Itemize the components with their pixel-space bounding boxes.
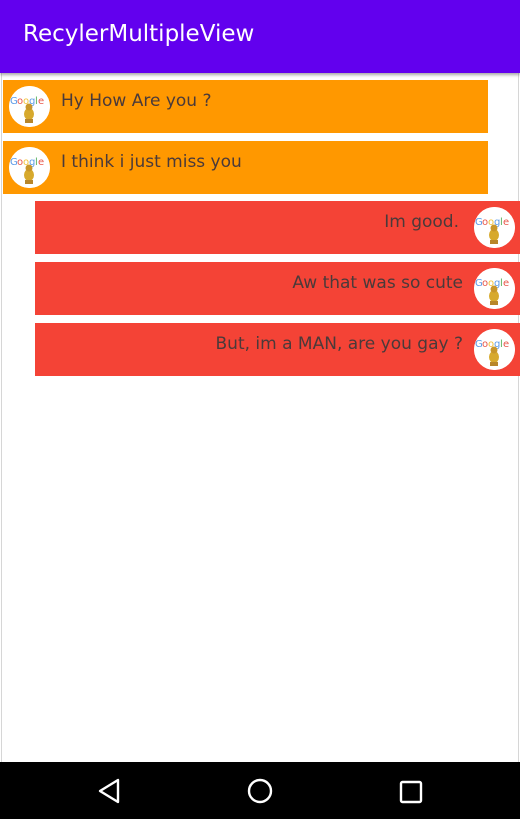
message-text: But, im a MAN, are you gay ? — [215, 334, 463, 354]
svg-text:e: e — [38, 157, 44, 168]
message-text: Aw that was so cute — [292, 273, 463, 293]
svg-text:e: e — [503, 278, 509, 289]
svg-text:e: e — [503, 339, 509, 350]
google-doodle-avatar-icon: G o o g l e — [474, 329, 515, 370]
svg-text:e: e — [38, 96, 44, 107]
message-item-sent[interactable]: Aw that was so cute G o o g l e — [35, 262, 520, 315]
google-doodle-avatar-icon: G o o g l e — [9, 86, 50, 127]
message-list[interactable]: G o o g l e Hy How Are you ? G o o g l e — [1, 73, 520, 762]
google-doodle-avatar-icon: G o o g l e — [9, 147, 50, 188]
app-title: RecylerMultipleView — [23, 21, 255, 47]
recents-icon[interactable] — [395, 775, 427, 807]
google-doodle-avatar-icon: G o o g l e — [474, 207, 515, 248]
svg-text:e: e — [503, 217, 509, 228]
system-nav-bar — [0, 762, 520, 819]
message-item-received[interactable]: G o o g l e Hy How Are you ? — [3, 80, 488, 133]
google-doodle-avatar-icon: G o o g l e — [474, 268, 515, 309]
back-icon[interactable] — [94, 775, 126, 807]
home-icon[interactable] — [244, 775, 276, 807]
app-bar: RecylerMultipleView — [0, 0, 520, 73]
message-item-received[interactable]: G o o g l e I think i just miss you — [3, 141, 488, 194]
message-text: Im good. — [384, 212, 459, 232]
message-text: Hy How Are you ? — [61, 91, 212, 111]
message-item-sent[interactable]: But, im a MAN, are you gay ? G o o g l e — [35, 323, 520, 376]
message-item-sent[interactable]: Im good. G o o g l e — [35, 201, 520, 254]
message-text: I think i just miss you — [61, 152, 242, 172]
